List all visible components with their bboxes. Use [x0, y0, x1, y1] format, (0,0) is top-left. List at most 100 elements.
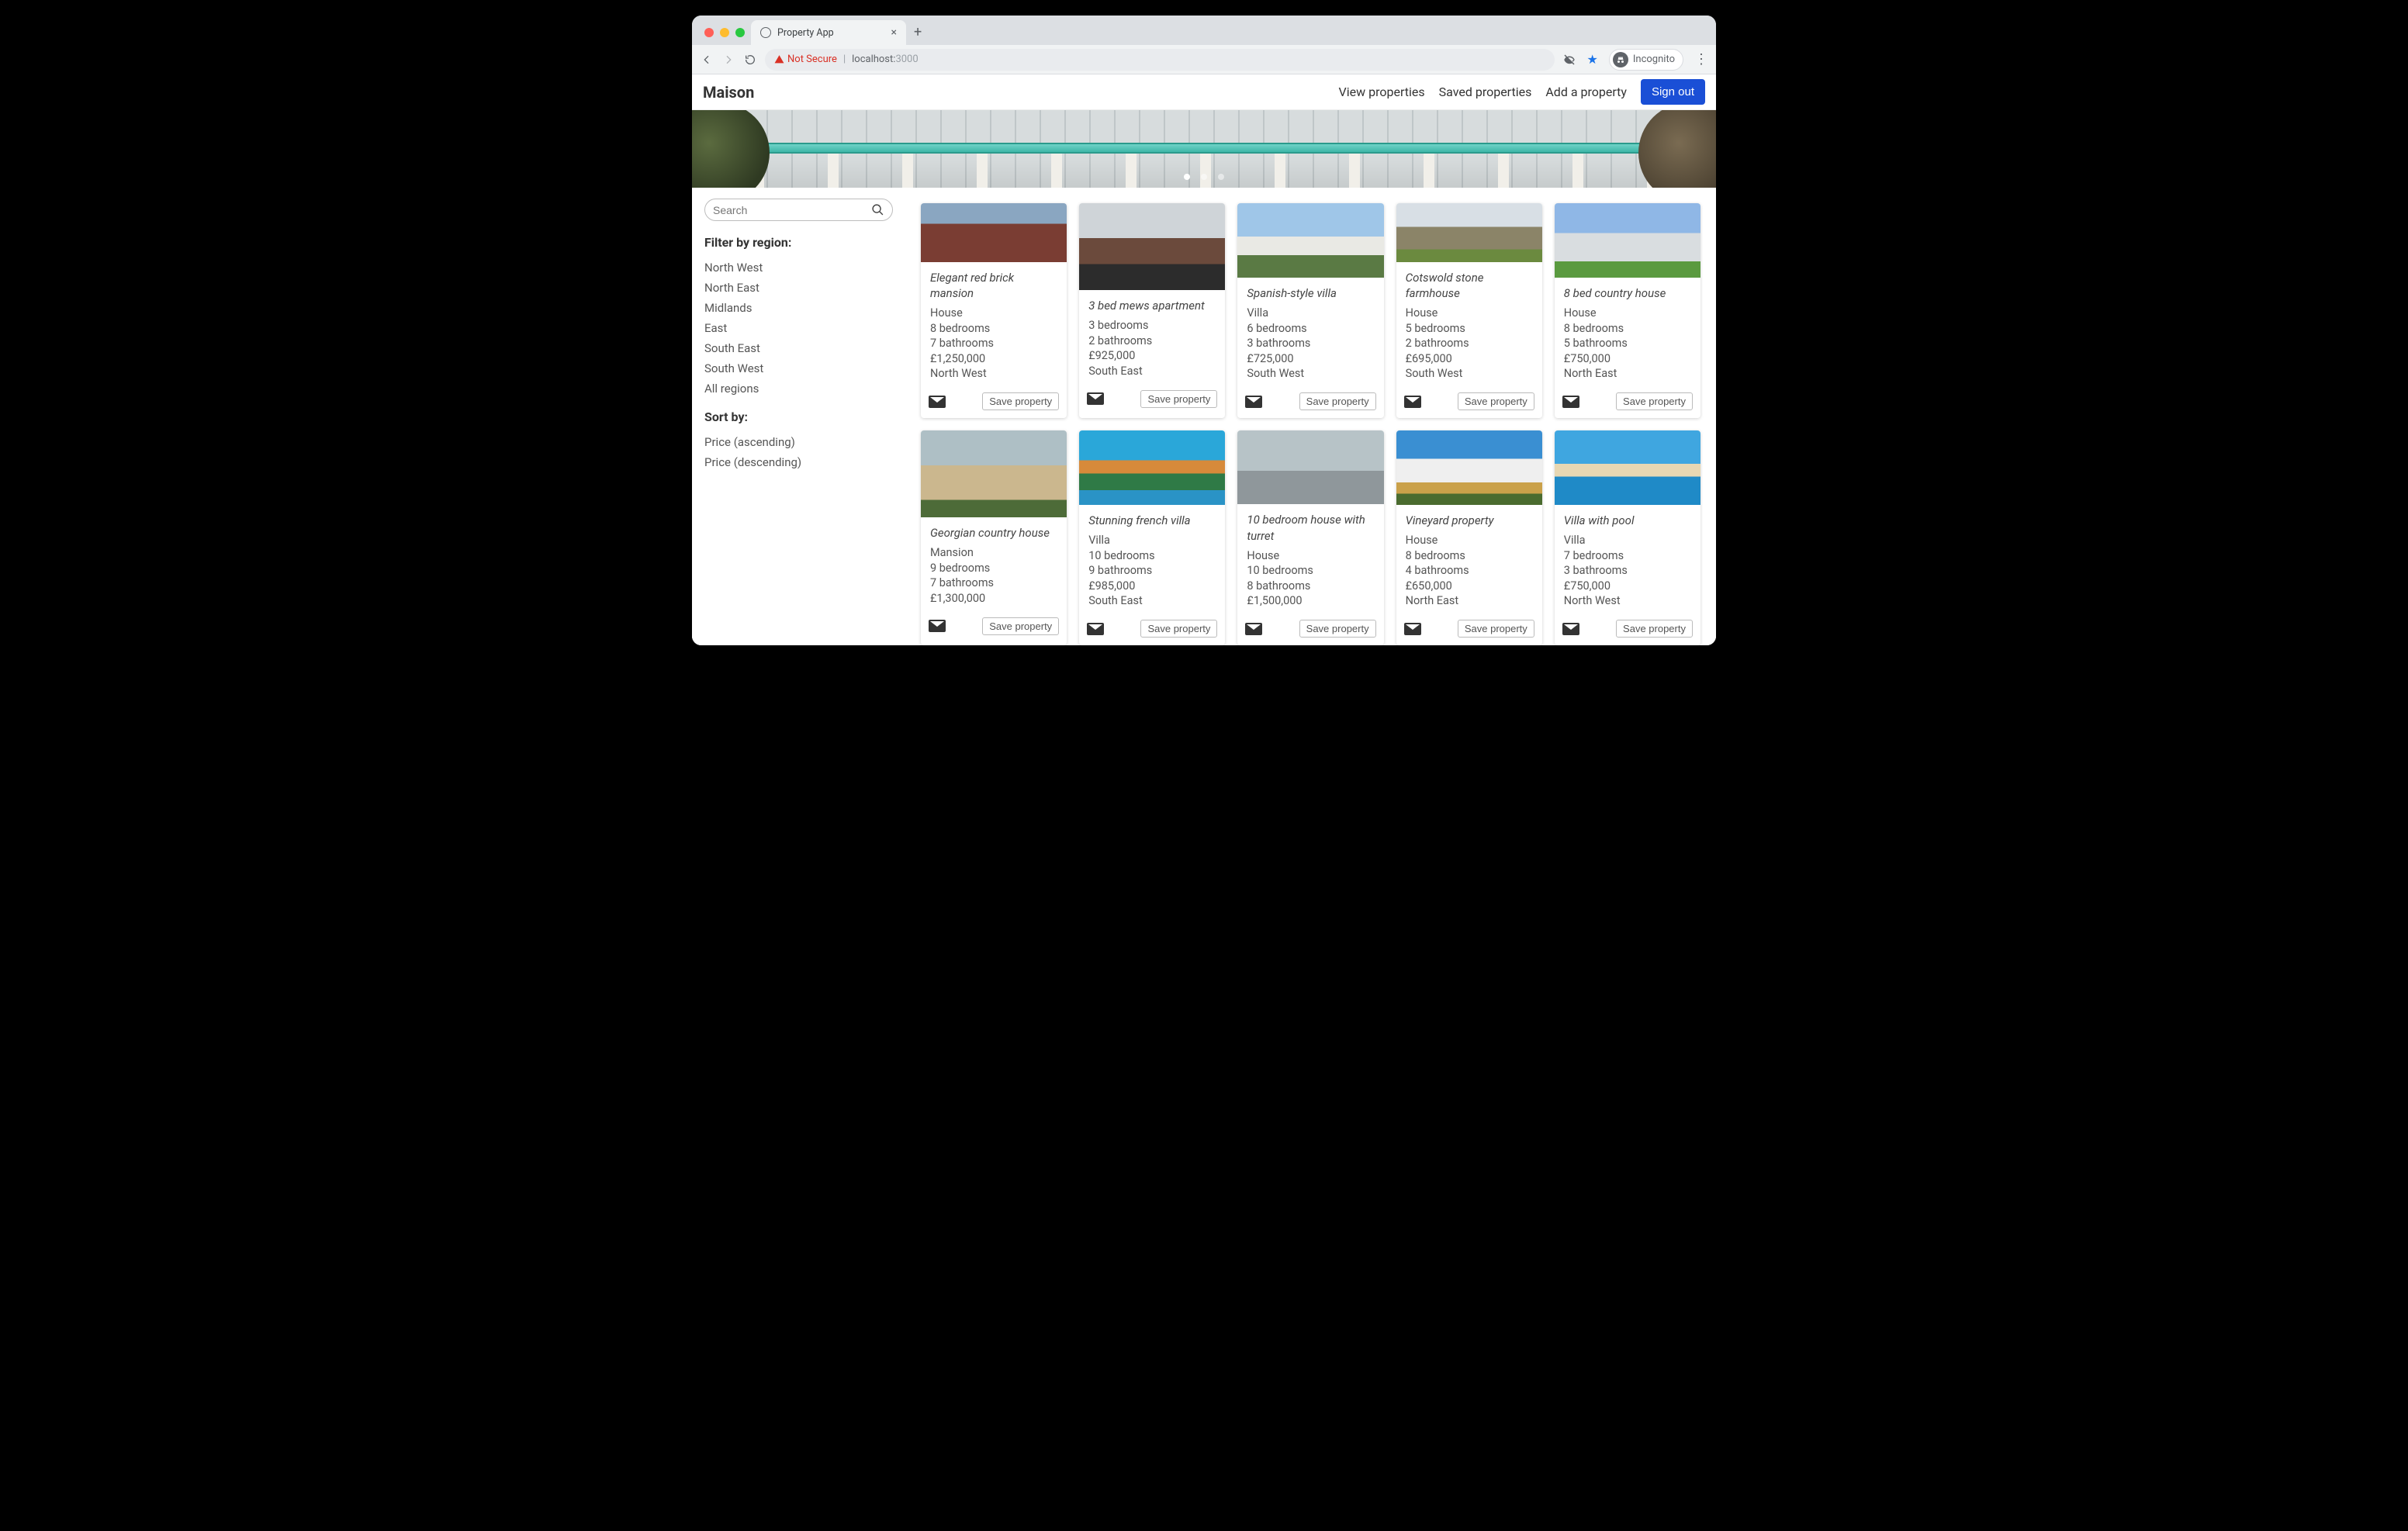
property-bedrooms: 8 bedrooms [1564, 321, 1691, 337]
property-image[interactable] [1396, 430, 1542, 505]
save-property-button[interactable]: Save property [982, 617, 1059, 635]
property-type: House [1406, 306, 1533, 321]
nav-view-properties[interactable]: View properties [1339, 85, 1425, 99]
tab-title: Property App [777, 27, 834, 39]
property-price: £750,000 [1564, 579, 1691, 594]
region-option[interactable]: South East [704, 338, 893, 358]
save-property-button[interactable]: Save property [1458, 620, 1534, 638]
property-type: House [1247, 548, 1374, 564]
property-title[interactable]: Spanish-style villa [1247, 285, 1374, 301]
property-type: House [1406, 533, 1533, 548]
arrow-left-icon [701, 54, 713, 66]
property-image[interactable] [1237, 430, 1383, 504]
forward-button[interactable] [721, 53, 735, 67]
property-image[interactable] [1396, 203, 1542, 262]
mail-icon[interactable] [929, 396, 946, 408]
save-property-button[interactable]: Save property [1140, 390, 1217, 408]
incognito-icon [1613, 52, 1628, 67]
save-property-button[interactable]: Save property [1299, 620, 1376, 638]
app-root: Maison View properties Saved properties … [692, 74, 1716, 645]
brand-logo[interactable]: Maison [703, 83, 754, 102]
property-image[interactable] [921, 430, 1067, 517]
save-property-button[interactable]: Save property [982, 392, 1059, 410]
nav-add-property[interactable]: Add a property [1545, 85, 1627, 99]
property-title[interactable]: 3 bed mews apartment [1088, 298, 1216, 313]
property-image[interactable] [921, 203, 1067, 262]
maximize-window-button[interactable] [735, 28, 745, 37]
browser-tab[interactable]: Property App × [751, 20, 906, 45]
mail-icon[interactable] [1404, 623, 1421, 635]
hero-carousel[interactable] [692, 110, 1716, 188]
mail-icon[interactable] [1087, 623, 1104, 635]
region-option[interactable]: North East [704, 278, 893, 298]
property-image[interactable] [1079, 203, 1225, 290]
save-property-button[interactable]: Save property [1299, 392, 1376, 410]
sort-option[interactable]: Price (ascending) [704, 432, 893, 452]
save-property-button[interactable]: Save property [1616, 392, 1693, 410]
mail-icon[interactable] [929, 620, 946, 632]
property-image[interactable] [1079, 430, 1225, 505]
property-footer: Save property [1237, 615, 1383, 645]
property-title[interactable]: 8 bed country house [1564, 285, 1691, 301]
address-bar[interactable]: Not Secure | localhost:3000 [765, 49, 1555, 71]
property-title[interactable]: Vineyard property [1406, 513, 1533, 528]
property-title[interactable]: Cotswold stone farmhouse [1406, 270, 1533, 302]
property-type: Villa [1247, 306, 1374, 321]
mail-icon[interactable] [1245, 396, 1262, 408]
property-title[interactable]: Elegant red brick mansion [930, 270, 1057, 302]
mail-icon[interactable] [1562, 623, 1579, 635]
browser-menu-button[interactable]: ⋮ [1694, 51, 1708, 67]
region-option[interactable]: Midlands [704, 298, 893, 318]
eye-off-icon[interactable] [1562, 53, 1576, 67]
property-footer: Save property [1555, 388, 1700, 418]
property-title[interactable]: Georgian country house [930, 525, 1057, 541]
mail-icon[interactable] [1245, 623, 1262, 635]
property-image[interactable] [1555, 203, 1700, 278]
property-image[interactable] [1237, 203, 1383, 278]
property-body: Spanish-style villaVilla6 bedrooms3 bath… [1237, 278, 1383, 388]
search-input[interactable] [713, 204, 865, 216]
bookmark-star-icon[interactable]: ★ [1587, 52, 1598, 67]
arrow-right-icon [722, 54, 735, 66]
filter-heading: Filter by region: [704, 235, 893, 250]
sort-option[interactable]: Price (descending) [704, 452, 893, 472]
reload-icon [744, 54, 756, 66]
mail-icon[interactable] [1404, 396, 1421, 408]
property-region: South West [1406, 366, 1533, 382]
reload-button[interactable] [743, 53, 757, 67]
tab-strip: Property App × + [692, 16, 1716, 45]
sign-out-button[interactable]: Sign out [1641, 79, 1705, 105]
property-footer: Save property [1555, 615, 1700, 645]
incognito-badge[interactable]: Incognito [1609, 49, 1683, 71]
property-footer: Save property [921, 388, 1067, 418]
save-property-button[interactable]: Save property [1616, 620, 1693, 638]
nav-saved-properties[interactable]: Saved properties [1439, 85, 1532, 99]
not-secure-badge: Not Secure [774, 54, 837, 65]
carousel-dot[interactable] [1184, 174, 1190, 180]
property-image[interactable] [1555, 430, 1700, 505]
search-field[interactable] [704, 199, 893, 221]
back-button[interactable] [700, 53, 714, 67]
search-icon[interactable] [871, 203, 884, 216]
save-property-button[interactable]: Save property [1140, 620, 1217, 638]
region-option[interactable]: All regions [704, 378, 893, 399]
close-window-button[interactable] [704, 28, 714, 37]
property-price: £925,000 [1088, 348, 1216, 364]
carousel-dot[interactable] [1218, 174, 1224, 180]
property-title[interactable]: 10 bedroom house with turret [1247, 512, 1374, 544]
property-title[interactable]: Stunning french villa [1088, 513, 1216, 528]
region-option[interactable]: South West [704, 358, 893, 378]
save-property-button[interactable]: Save property [1458, 392, 1534, 410]
region-option[interactable]: East [704, 318, 893, 338]
property-title[interactable]: Villa with pool [1564, 513, 1691, 528]
close-tab-icon[interactable]: × [891, 27, 897, 38]
carousel-dot[interactable] [1201, 174, 1207, 180]
region-option[interactable]: North West [704, 257, 893, 278]
property-body: Georgian country houseMansion9 bedrooms7… [921, 517, 1067, 613]
mail-icon[interactable] [1087, 392, 1104, 405]
property-price: £695,000 [1406, 351, 1533, 367]
new-tab-button[interactable]: + [906, 24, 929, 45]
minimize-window-button[interactable] [720, 28, 729, 37]
hero-decor [753, 143, 1655, 154]
mail-icon[interactable] [1562, 396, 1579, 408]
